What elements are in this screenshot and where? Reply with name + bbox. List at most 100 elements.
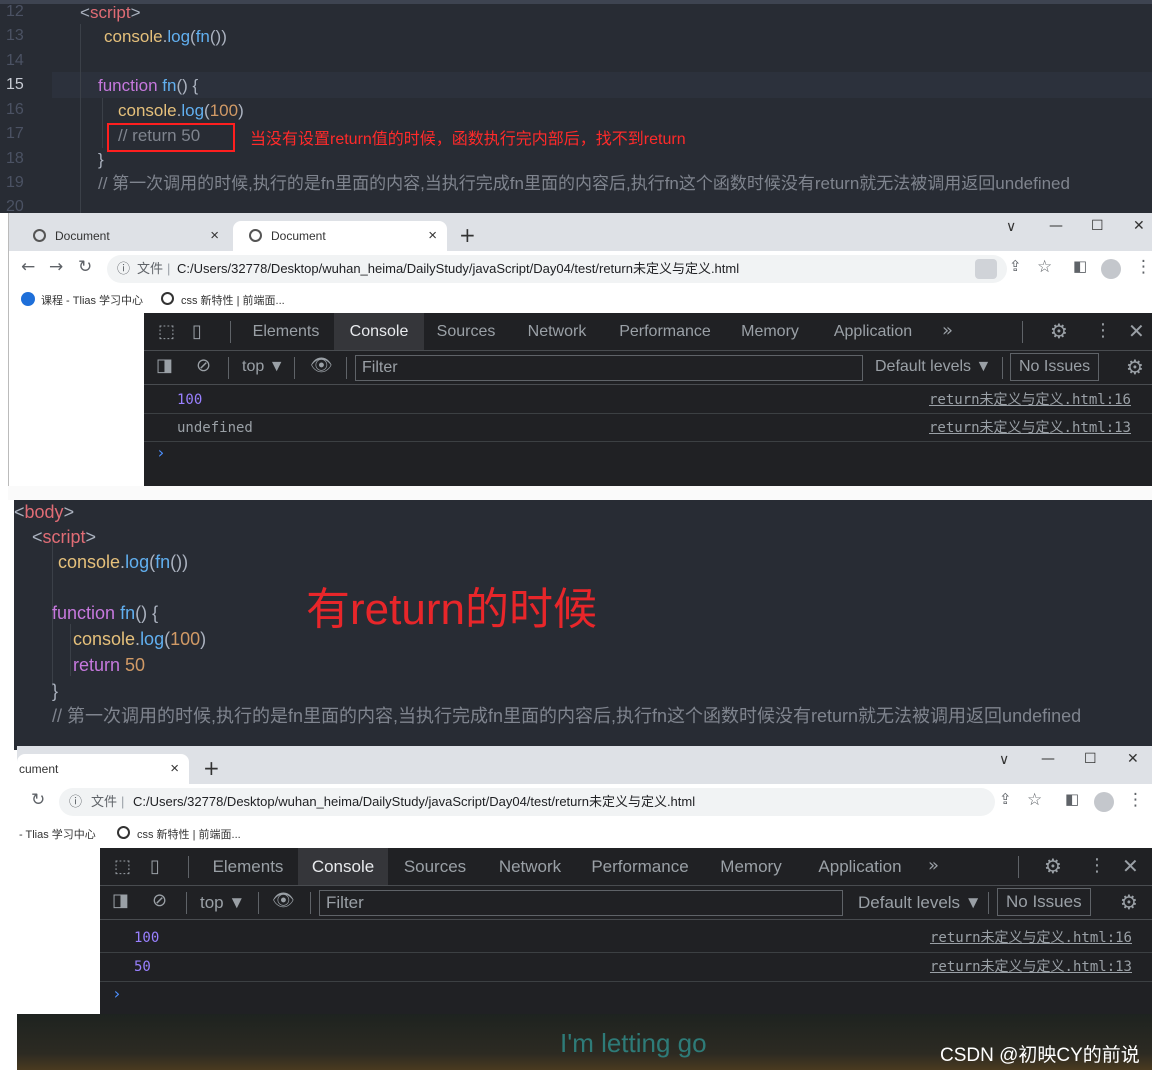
issues-button[interactable]: No Issues: [1010, 353, 1100, 381]
reload-icon[interactable]: ↻: [78, 257, 92, 277]
inspect-element-icon[interactable]: ⬚: [114, 856, 131, 877]
maximize-button[interactable]: ☐: [1091, 218, 1104, 234]
heading-with-return: 有return的时候: [306, 585, 597, 634]
new-tab-button[interactable]: +: [459, 223, 476, 247]
tab-search-icon[interactable]: ∨: [1006, 219, 1016, 235]
bookmark-item[interactable]: css 新特性 | 前端面...: [137, 826, 241, 842]
bookmark-item[interactable]: - Tlias 学习中心: [19, 826, 96, 842]
share-icon[interactable]: ⇪: [999, 790, 1012, 808]
code-editor-no-return[interactable]: 12 13 14 15 16 17 18 19 20 <script> cons…: [0, 0, 1152, 213]
console-message: 50 return未定义与定义.html:13: [100, 953, 1152, 982]
more-tabs-icon[interactable]: »: [928, 855, 939, 876]
code-line-return-50: return 50: [73, 655, 146, 675]
devtools-tab-application[interactable]: Application: [804, 848, 916, 885]
tab-document-active[interactable]: cument ×: [17, 754, 189, 784]
devtools-tab-sources[interactable]: Sources: [426, 313, 506, 350]
devtools-tab-network[interactable]: Network: [484, 848, 576, 885]
close-tab-icon[interactable]: ×: [210, 221, 219, 251]
close-tab-icon[interactable]: ×: [170, 754, 179, 784]
bookmark-star-icon[interactable]: ☆: [1027, 790, 1042, 810]
close-window-button[interactable]: ✕: [1127, 751, 1139, 767]
tab-document-active[interactable]: Document ×: [233, 221, 447, 251]
context-selector[interactable]: top ▼: [200, 893, 245, 913]
bookmark-item[interactable]: 课程 - Tlias 学习中心: [41, 292, 143, 308]
devtools-tabbar: ⬚ ▯ Elements Console Sources Network Per…: [144, 313, 1152, 351]
settings-gear-icon[interactable]: ⚙: [1044, 854, 1062, 878]
inspect-element-icon[interactable]: ⬚: [158, 321, 175, 342]
translate-icon[interactable]: [975, 259, 997, 279]
console-source-link[interactable]: return未定义与定义.html:16: [929, 386, 1131, 414]
close-devtools-icon[interactable]: ✕: [1122, 854, 1139, 878]
devtools-tab-application[interactable]: Application: [820, 313, 926, 350]
line-number: 18: [6, 150, 24, 167]
address-bar[interactable]: ⓘ 文件 | C:/Users/32778/Desktop/wuhan_heim…: [107, 255, 1007, 283]
bookmark-item[interactable]: css 新特性 | 前端面...: [181, 292, 285, 308]
log-levels-dropdown[interactable]: Default levels ▼: [858, 893, 982, 913]
address-bar[interactable]: ⓘ 文件 | C:/Users/32778/Desktop/wuhan_heim…: [59, 788, 995, 816]
code-editor-with-return[interactable]: <body> <script> console.log(fn()) functi…: [14, 500, 1152, 750]
devtools-tab-performance[interactable]: Performance: [610, 313, 720, 350]
more-tabs-icon[interactable]: »: [942, 320, 953, 341]
reload-icon[interactable]: ↻: [31, 790, 45, 810]
close-tab-icon[interactable]: ×: [428, 221, 437, 251]
context-selector[interactable]: top ▼: [242, 358, 285, 376]
device-toolbar-icon[interactable]: ▯: [150, 856, 160, 877]
code-line-body-open: <body>: [14, 502, 75, 522]
bookmark-star-icon[interactable]: ☆: [1037, 257, 1052, 277]
forward-icon[interactable]: →: [49, 257, 63, 277]
log-levels-dropdown[interactable]: Default levels ▼: [875, 358, 991, 376]
sidepanel-icon[interactable]: ◧: [1065, 790, 1079, 808]
devtools-tab-network[interactable]: Network: [514, 313, 600, 350]
devtools-menu-icon[interactable]: ⋮: [1088, 855, 1106, 876]
live-expression-eye-icon[interactable]: 👁: [310, 355, 333, 376]
devtools-tab-performance[interactable]: Performance: [582, 848, 698, 885]
close-devtools-icon[interactable]: ✕: [1128, 319, 1145, 343]
back-icon[interactable]: ←: [21, 257, 35, 277]
tab-search-icon[interactable]: ∨: [999, 752, 1009, 768]
device-toolbar-icon[interactable]: ▯: [192, 321, 202, 342]
divider: [230, 321, 231, 343]
live-expression-eye-icon[interactable]: 👁: [272, 890, 295, 911]
devtools-menu-icon[interactable]: ⋮: [1094, 320, 1112, 341]
issues-button[interactable]: No Issues: [997, 888, 1091, 916]
sidepanel-icon[interactable]: ◧: [1073, 257, 1087, 275]
maximize-button[interactable]: ☐: [1084, 751, 1097, 767]
devtools-tab-console[interactable]: Console: [298, 848, 388, 885]
console-toolbar: ◨ ⊘ top ▼ 👁 Filter Default levels ▼ No I…: [100, 886, 1152, 920]
console-prompt[interactable]: ›: [156, 443, 166, 462]
console-source-link[interactable]: return未定义与定义.html:13: [930, 953, 1132, 981]
devtools-tab-console[interactable]: Console: [334, 313, 424, 350]
console-prompt[interactable]: ›: [112, 984, 122, 1003]
devtools-tab-memory[interactable]: Memory: [708, 848, 794, 885]
profile-avatar[interactable]: [1094, 792, 1114, 812]
new-tab-button[interactable]: +: [203, 756, 220, 780]
console-filter-input[interactable]: Filter: [319, 890, 843, 916]
menu-kebab-icon[interactable]: ⋮: [1127, 790, 1144, 810]
clear-console-icon[interactable]: ⊘: [196, 355, 211, 376]
sidebar-toggle-icon[interactable]: ◨: [112, 890, 129, 911]
devtools-tab-elements[interactable]: Elements: [200, 848, 296, 885]
devtools-tab-memory[interactable]: Memory: [730, 313, 810, 350]
devtools-tab-sources[interactable]: Sources: [392, 848, 478, 885]
console-settings-gear-icon[interactable]: ⚙: [1126, 355, 1144, 379]
console-message: undefined return未定义与定义.html:13: [144, 414, 1152, 442]
menu-kebab-icon[interactable]: ⋮: [1135, 257, 1152, 277]
console-settings-gear-icon[interactable]: ⚙: [1120, 890, 1138, 914]
lyric-text: I'm letting go: [560, 1028, 707, 1058]
console-filter-input[interactable]: Filter: [355, 355, 863, 381]
close-window-button[interactable]: ✕: [1133, 218, 1145, 234]
console-source-link[interactable]: return未定义与定义.html:16: [930, 924, 1132, 952]
console-source-link[interactable]: return未定义与定义.html:13: [929, 414, 1131, 442]
console-message: 100 return未定义与定义.html:16: [144, 386, 1152, 414]
line-number: 20: [6, 198, 24, 213]
share-icon[interactable]: ⇪: [1009, 257, 1022, 275]
divider: [186, 892, 187, 914]
sidebar-toggle-icon[interactable]: ◨: [156, 355, 173, 376]
tab-document-inactive[interactable]: Document ×: [17, 221, 229, 251]
devtools-tab-elements[interactable]: Elements: [240, 313, 332, 350]
profile-avatar[interactable]: [1101, 259, 1121, 279]
minimize-button[interactable]: —: [1041, 751, 1055, 767]
settings-gear-icon[interactable]: ⚙: [1050, 319, 1068, 343]
minimize-button[interactable]: —: [1049, 218, 1063, 234]
clear-console-icon[interactable]: ⊘: [152, 890, 167, 911]
